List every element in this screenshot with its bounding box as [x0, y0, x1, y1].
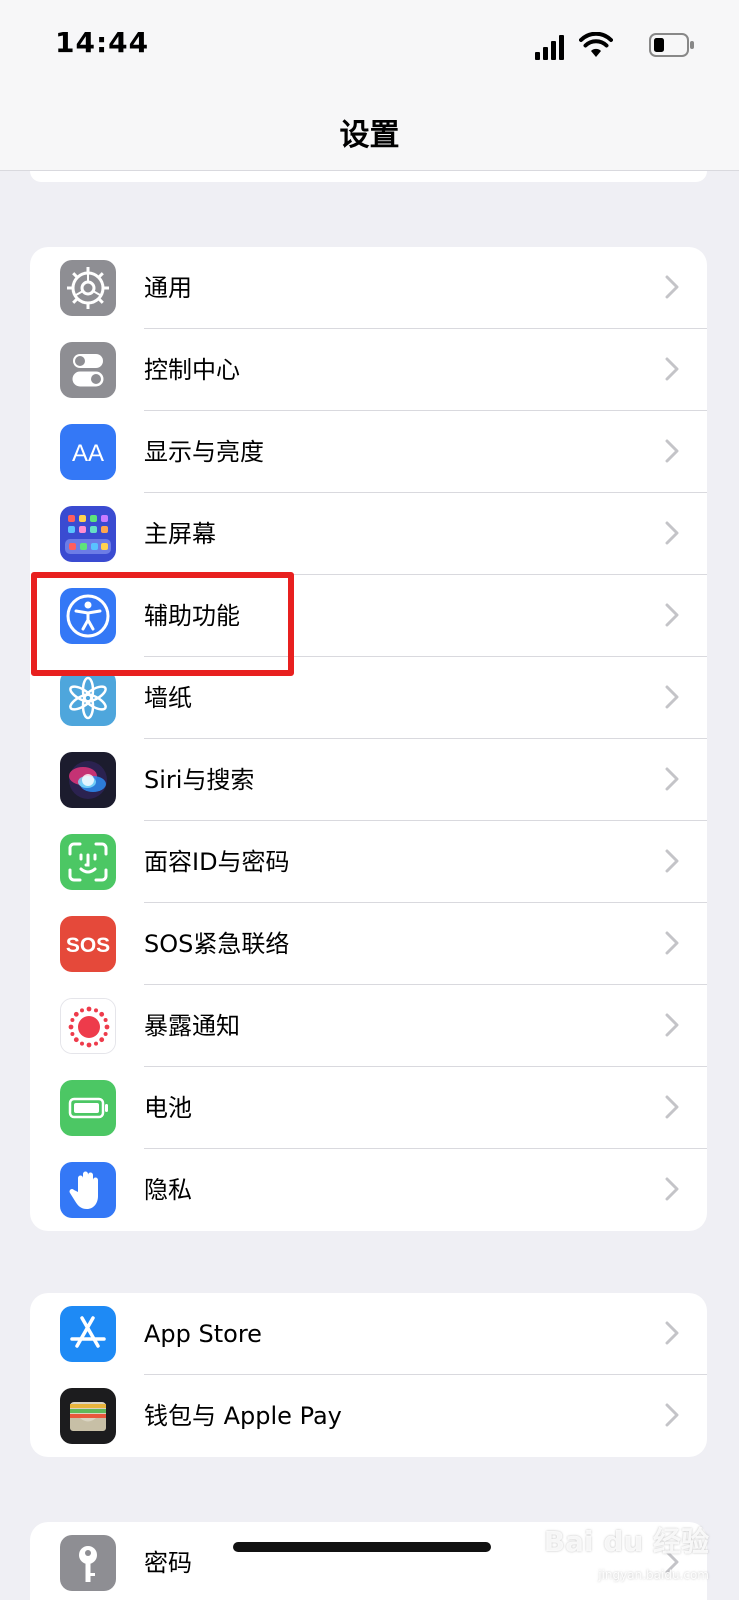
- row-label: 暴露通知: [144, 1012, 240, 1040]
- settings-group-store: App Store 钱包与 Apple Pay: [30, 1293, 707, 1457]
- settings-row-wallet-apple-pay[interactable]: 钱包与 Apple Pay: [30, 1375, 707, 1457]
- chevron-right-icon: [665, 275, 679, 299]
- chevron-right-icon: [665, 357, 679, 381]
- previous-group-end: [30, 171, 707, 182]
- chevron-right-icon: [665, 767, 679, 791]
- chevron-right-icon: [665, 603, 679, 627]
- row-label: 密码: [144, 1549, 192, 1577]
- row-label: Siri与搜索: [144, 766, 255, 794]
- watermark-logo: Bai du 经验: [543, 1525, 709, 1558]
- hand-icon: [60, 1162, 116, 1218]
- chevron-right-icon: [665, 849, 679, 873]
- home-indicator[interactable]: [233, 1542, 491, 1552]
- chevron-right-icon: [665, 1177, 679, 1201]
- chevron-right-icon: [665, 1013, 679, 1037]
- settings-row-exposure-notifications[interactable]: 暴露通知: [30, 985, 707, 1067]
- settings-row-privacy[interactable]: 隐私: [30, 1149, 707, 1231]
- gear-icon: [60, 260, 116, 316]
- siri-icon: [60, 752, 116, 808]
- chevron-right-icon: [665, 931, 679, 955]
- settings-row-home-screen[interactable]: 主屏幕: [30, 493, 707, 575]
- settings-row-face-id-passcode[interactable]: 面容ID与密码: [30, 821, 707, 903]
- home-grid-icon: [60, 506, 116, 562]
- row-label: App Store: [144, 1320, 262, 1348]
- row-label: 电池: [144, 1094, 192, 1122]
- row-label: 显示与亮度: [144, 438, 264, 466]
- key-icon: [60, 1535, 116, 1591]
- status-time: 14:44: [55, 26, 150, 59]
- sos-icon: SOS: [60, 916, 116, 972]
- watermark-url: jingyan.baidu.com: [598, 1568, 709, 1582]
- row-label: 隐私: [144, 1176, 192, 1204]
- settings-row-general[interactable]: 通用: [30, 247, 707, 329]
- settings-row-display-brightness[interactable]: AA 显示与亮度: [30, 411, 707, 493]
- chevron-right-icon: [665, 1403, 679, 1427]
- highlight-annotation-box: [31, 572, 294, 676]
- status-icons: [525, 30, 695, 64]
- flower-icon: [60, 670, 116, 726]
- battery-icon: [60, 1080, 116, 1136]
- toggles-icon: [60, 342, 116, 398]
- face-id-icon: [60, 834, 116, 890]
- wallet-icon: [60, 1388, 116, 1444]
- row-label: 面容ID与密码: [144, 848, 290, 876]
- chevron-right-icon: [665, 685, 679, 709]
- settings-row-control-center[interactable]: 控制中心: [30, 329, 707, 411]
- battery-status-icon: [649, 33, 694, 57]
- settings-row-battery[interactable]: 电池: [30, 1067, 707, 1149]
- page-title: 设置: [339, 118, 400, 153]
- svg-text:SOS: SOS: [66, 934, 110, 957]
- cellular-signal-icon: [535, 35, 564, 60]
- row-label: 主屏幕: [144, 520, 216, 548]
- wifi-icon: [579, 32, 613, 57]
- chevron-right-icon: [665, 1095, 679, 1119]
- chevron-right-icon: [665, 1321, 679, 1345]
- text-size-icon: AA: [60, 424, 116, 480]
- row-label: SOS紧急联络: [144, 930, 290, 958]
- settings-group-general: 通用 控制中心 AA 显示与亮度 主屏幕 辅助功能 墙纸 Siri与搜索 面容I…: [30, 247, 707, 1231]
- svg-text:AA: AA: [72, 440, 104, 467]
- row-label: 控制中心: [144, 356, 240, 384]
- settings-row-siri-search[interactable]: Siri与搜索: [30, 739, 707, 821]
- app-store-icon: [60, 1306, 116, 1362]
- settings-row-emergency-sos[interactable]: SOS SOS紧急联络: [30, 903, 707, 985]
- settings-row-app-store[interactable]: App Store: [30, 1293, 707, 1375]
- exposure-icon: [60, 998, 116, 1054]
- chevron-right-icon: [665, 521, 679, 545]
- chevron-right-icon: [665, 439, 679, 463]
- navigation-header: 14:44 设置: [0, 0, 739, 171]
- row-label: 通用: [144, 274, 192, 302]
- row-label: 钱包与 Apple Pay: [144, 1402, 342, 1430]
